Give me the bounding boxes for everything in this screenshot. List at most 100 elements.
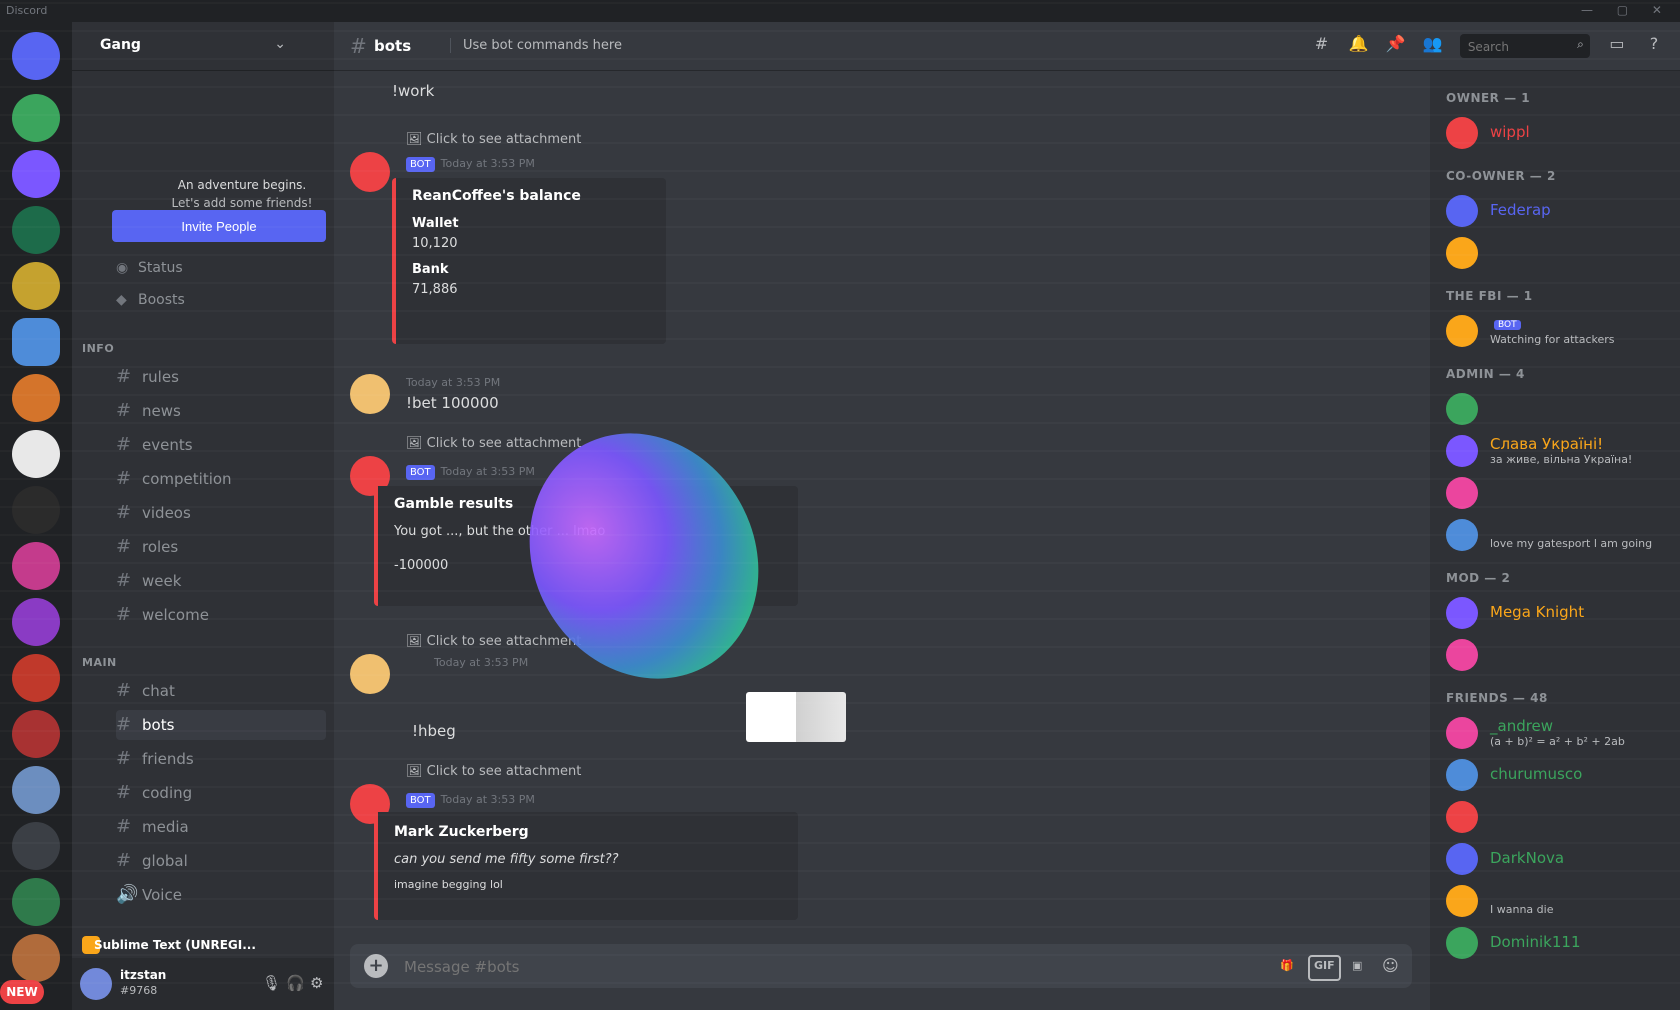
- server-icon[interactable]: [12, 710, 60, 758]
- member-row[interactable]: wippl: [1438, 113, 1670, 153]
- channel-coding[interactable]: # coding: [116, 778, 326, 808]
- channel-week[interactable]: # week: [116, 566, 326, 596]
- member-row[interactable]: churumusco: [1438, 755, 1670, 795]
- attachment-image[interactable]: [746, 692, 846, 742]
- channel-global[interactable]: # global: [116, 846, 326, 876]
- pin-icon[interactable]: 📌: [1386, 34, 1406, 54]
- boosts-row[interactable]: ◆ Boosts: [116, 288, 185, 312]
- channel-label: friends: [142, 750, 194, 768]
- avatar[interactable]: [350, 152, 390, 192]
- guild-header[interactable]: Gang ⌄: [72, 22, 334, 71]
- channel-videos[interactable]: # videos: [116, 498, 326, 528]
- channel-chat[interactable]: # chat: [116, 676, 326, 706]
- channel-welcome[interactable]: # welcome: [116, 600, 326, 630]
- avatar: [1446, 393, 1478, 425]
- member-group-title: OWNER — 1: [1446, 91, 1531, 105]
- gift-icon[interactable]: 🎁: [1280, 955, 1294, 977]
- member-row[interactable]: [1438, 473, 1670, 513]
- gear-icon[interactable]: ⚙: [310, 974, 323, 992]
- member-row[interactable]: Слава Україні! за живе, вільна Україна!: [1438, 431, 1670, 471]
- member-row[interactable]: DarkNova: [1438, 839, 1670, 879]
- reply-reference[interactable]: 🖼 Click to see attachment: [406, 634, 581, 649]
- channel-label: news: [142, 402, 181, 420]
- member-row[interactable]: I wanna die: [1438, 881, 1670, 921]
- avatar: [1446, 843, 1478, 875]
- member-row[interactable]: [1438, 389, 1670, 429]
- avatar[interactable]: [350, 374, 390, 414]
- avatar: [1446, 519, 1478, 551]
- sticker-icon[interactable]: ▣: [1352, 955, 1362, 977]
- plus-icon[interactable]: +: [364, 954, 388, 978]
- status-row[interactable]: ◉ Status: [116, 256, 183, 280]
- member-row[interactable]: BOT Watching for attackers: [1438, 311, 1670, 351]
- member-row[interactable]: [1438, 797, 1670, 837]
- server-icon[interactable]: [12, 262, 60, 310]
- avatar[interactable]: [80, 968, 112, 1000]
- home-button[interactable]: [12, 32, 60, 80]
- search-input[interactable]: [1465, 34, 1570, 60]
- activity-status[interactable]: Sublime Text (UNREGI...: [72, 932, 334, 960]
- server-icon[interactable]: [12, 766, 60, 814]
- member-name: Слава Україні!: [1490, 435, 1603, 453]
- channel-media[interactable]: # media: [116, 812, 326, 842]
- member-group-title: CO-OWNER — 2: [1446, 169, 1556, 183]
- server-icon[interactable]: [12, 206, 60, 254]
- member-row[interactable]: love my gatesport l am going: [1438, 515, 1670, 555]
- channel-roles[interactable]: # roles: [116, 532, 326, 562]
- server-icon[interactable]: [12, 542, 60, 590]
- attachment-icon: 🖼: [406, 436, 423, 451]
- channel-rules[interactable]: # rules: [116, 362, 326, 392]
- channel-friends[interactable]: # friends: [116, 744, 326, 774]
- member-row[interactable]: [1438, 233, 1670, 273]
- server-icon[interactable]: [12, 318, 60, 366]
- category-info[interactable]: INFO: [82, 342, 114, 355]
- server-icon[interactable]: [12, 654, 60, 702]
- avatar: [1446, 927, 1478, 959]
- threads-icon[interactable]: #: [1311, 34, 1331, 54]
- channel-voice[interactable]: 🔊 Voice: [116, 880, 326, 910]
- microphone-icon[interactable]: 🎙: [262, 974, 281, 992]
- avatar[interactable]: [350, 654, 390, 694]
- member-name-text: DarkNova: [1490, 849, 1565, 867]
- category-main[interactable]: MAIN: [82, 656, 117, 669]
- hash-icon: #: [116, 714, 132, 735]
- server-icon[interactable]: [12, 486, 60, 534]
- channel-events[interactable]: # events: [116, 430, 326, 460]
- channel-news[interactable]: # news: [116, 396, 326, 426]
- member-name-text: Слава Україні!: [1490, 435, 1604, 453]
- server-icon[interactable]: [12, 94, 60, 142]
- headphones-icon[interactable]: 🎧: [286, 974, 305, 992]
- reply-reference[interactable]: 🖼 Click to see attachment: [406, 436, 581, 451]
- channel-label: roles: [142, 538, 179, 556]
- channel-bots[interactable]: # bots: [116, 710, 326, 740]
- boost-icon: ◆: [116, 292, 127, 308]
- member-row[interactable]: Mega Knight: [1438, 593, 1670, 633]
- window-controls[interactable]: — ▢ ✕: [1581, 3, 1672, 17]
- bot-badge: BOT: [406, 157, 435, 172]
- members-icon[interactable]: 👥: [1423, 34, 1443, 54]
- reply-reference[interactable]: 🖼 Click to see attachment: [406, 764, 581, 779]
- server-icon[interactable]: [12, 150, 60, 198]
- server-icon[interactable]: [12, 934, 60, 982]
- server-icon[interactable]: [12, 878, 60, 926]
- server-icon[interactable]: [12, 822, 60, 870]
- channel-competition[interactable]: # competition: [116, 464, 326, 494]
- emoji-icon[interactable]: ☺: [1382, 955, 1399, 977]
- member-row[interactable]: Federap: [1438, 191, 1670, 231]
- search-box: ⌕: [1459, 34, 1590, 60]
- gif-button[interactable]: GIF: [1308, 955, 1341, 981]
- invite-people-button[interactable]: Invite People: [112, 210, 326, 242]
- server-icon[interactable]: [12, 430, 60, 478]
- member-row[interactable]: [1438, 635, 1670, 675]
- help-icon[interactable]: ?: [1644, 34, 1664, 54]
- inbox-icon[interactable]: ▭: [1607, 34, 1627, 54]
- avatar: [1446, 597, 1478, 629]
- member-row[interactable]: _andrew (a + b)² = a² + b² + 2ab: [1438, 713, 1670, 753]
- timestamp: Today at 3:53 PM: [440, 465, 535, 478]
- message-input[interactable]: [402, 944, 1206, 990]
- reply-reference[interactable]: 🖼 Click to see attachment: [406, 132, 581, 147]
- member-row[interactable]: Dominik111: [1438, 923, 1670, 963]
- bell-icon[interactable]: 🔔: [1349, 34, 1369, 54]
- server-icon[interactable]: [12, 598, 60, 646]
- server-icon[interactable]: [12, 374, 60, 422]
